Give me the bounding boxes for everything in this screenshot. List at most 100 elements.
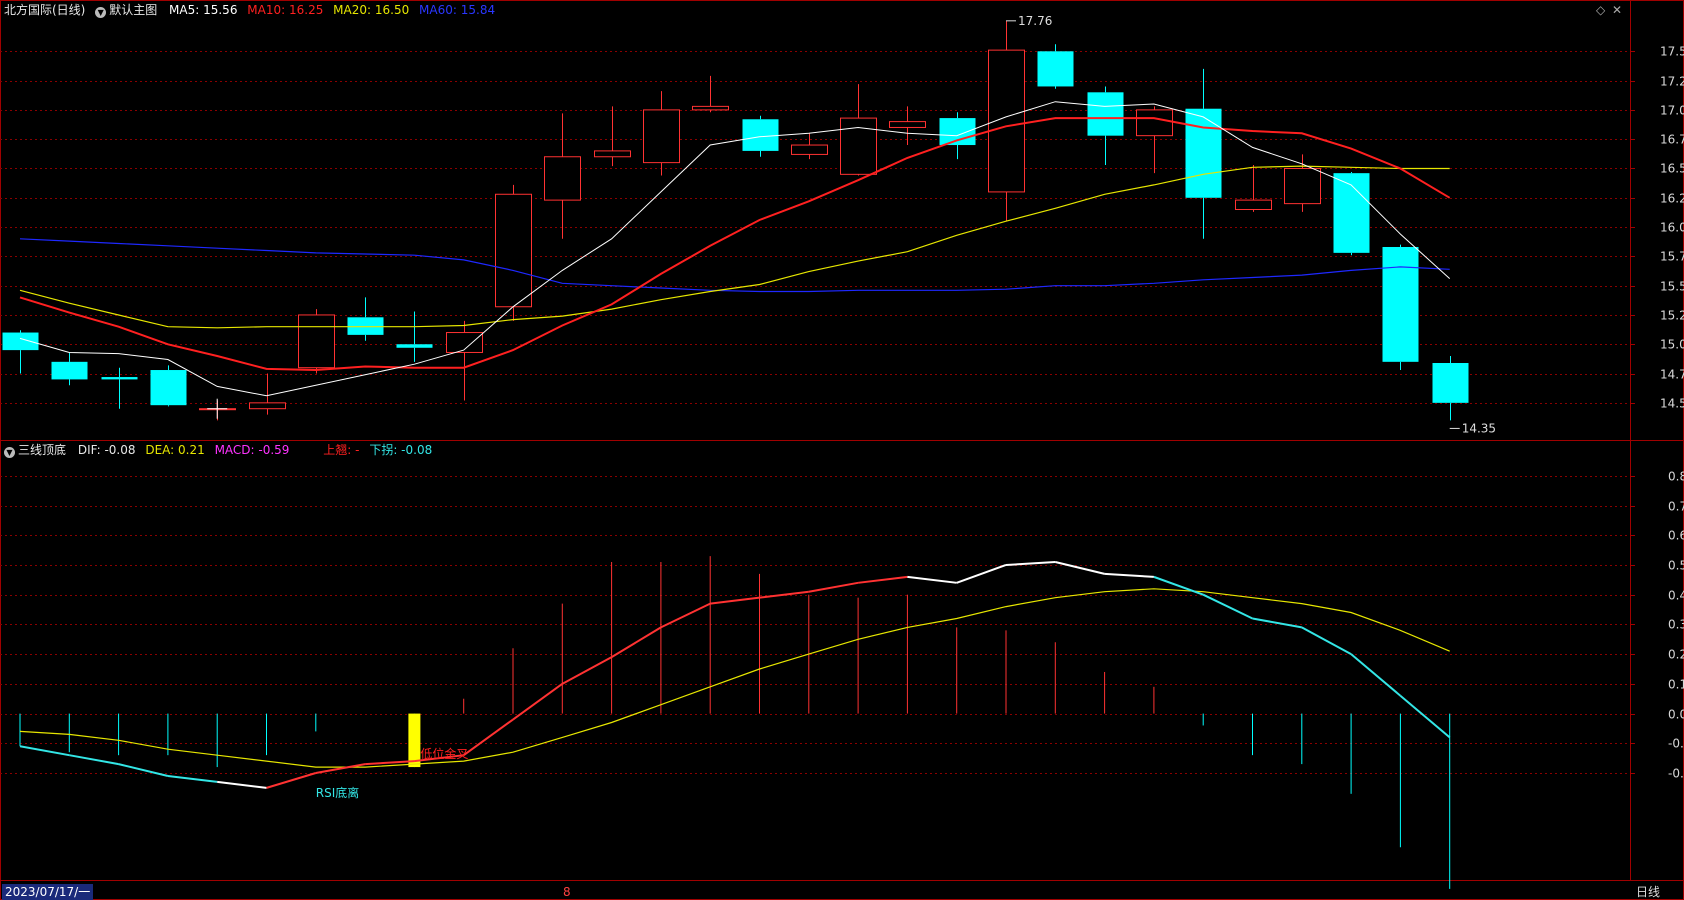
dif-segment: [808, 581, 859, 593]
candle-body-down: [2, 332, 39, 351]
dif-segment: [463, 718, 514, 756]
expand-icon[interactable]: ◇: [1596, 3, 1605, 17]
dif-segment: [857, 575, 908, 584]
period-marker: 8: [563, 885, 571, 899]
main-tick-label: 17.00: [1660, 104, 1684, 118]
candle-body-down: [396, 344, 433, 348]
main-tick-label: 17.25: [1660, 75, 1684, 89]
close-icon[interactable]: ✕: [1612, 3, 1622, 17]
dif-segment: [710, 596, 760, 605]
dif-segment: [1104, 572, 1154, 578]
ma5-value: MA5: 15.56: [169, 3, 238, 17]
sub-tick-label: 0.80: [1668, 470, 1684, 484]
candle-body-down: [742, 119, 779, 151]
low-marker-label: 14.35: [1462, 421, 1496, 435]
dif-segment: [956, 564, 1007, 584]
dif-segment: [1252, 617, 1302, 629]
ma20-line: [19, 165, 1450, 329]
indicator-toggle[interactable]: ▼ 三线顶底: [4, 443, 76, 458]
ma60-line: [19, 238, 1450, 293]
template-toggle[interactable]: ▼ 默认主图: [95, 3, 167, 18]
main-chart-header: 北方国际(日线) ▼ 默认主图 MA5: 15.56 MA10: 16.25 MA…: [4, 1, 501, 19]
sub-tick-label: 0.40: [1668, 589, 1684, 603]
candle-body-down: [1382, 246, 1419, 362]
dif-segment: [759, 590, 809, 599]
dif-segment: [19, 745, 70, 757]
sub-tick-label: -0.10: [1668, 737, 1684, 751]
date-cursor-label: 2023/07/17/一: [2, 884, 94, 900]
dif-segment: [1350, 653, 1402, 697]
dif-segment: [1055, 561, 1105, 575]
dif-segment: [1301, 626, 1352, 656]
candlestick-series: [2, 20, 1469, 421]
candle-body-down: [1185, 108, 1222, 198]
golden-cross-label: 低位金叉: [420, 746, 468, 761]
dif-segment: [1202, 593, 1253, 620]
candle-body-up: [249, 402, 286, 410]
dif-segment: [660, 602, 711, 629]
candle-body-down: [1037, 51, 1074, 87]
candle-body-up: [298, 314, 335, 369]
template-label: 默认主图: [109, 3, 158, 17]
dif-segment: [1153, 575, 1204, 596]
candle-body-down: [347, 317, 384, 335]
candle-body-up: [692, 105, 729, 111]
period-tab[interactable]: 日线: [1636, 884, 1660, 900]
chevron-down-icon: ▼: [4, 447, 15, 458]
dif-segment: [907, 575, 957, 584]
dif-segment: [512, 683, 563, 721]
sub-tick-label: 0.50: [1668, 559, 1684, 573]
candle-body-down: [150, 370, 187, 406]
up-turn-value: 上翘: -: [323, 443, 360, 457]
candle-body-up: [889, 121, 926, 128]
dif-segment: [217, 780, 267, 789]
main-price-axis: 17.50 17.25 17.00 16.75 16.50 16.25 16.00 15.75…: [1630, 45, 1684, 411]
main-tick-label: 15.25: [1660, 309, 1684, 323]
crosshair-cursor: [207, 398, 228, 419]
rsi-divergence-label: RSI底离: [316, 785, 360, 800]
candle-body-up: [495, 193, 532, 308]
macd-histogram: [19, 556, 1451, 889]
candle-body-up: [791, 144, 828, 155]
candle-body-down: [51, 361, 88, 380]
sub-tick-label: 0.00: [1668, 708, 1684, 722]
main-tick-label: 16.00: [1660, 221, 1684, 235]
dif-segment: [365, 760, 415, 766]
dif-segment: [167, 774, 218, 783]
candle-body-down: [1087, 92, 1124, 136]
main-tick-label: 15.00: [1660, 338, 1684, 352]
main-tick-label: 16.50: [1660, 162, 1684, 176]
ma10-line: [19, 117, 1451, 372]
candle-body-up: [544, 156, 581, 201]
main-tick-label: 14.50: [1660, 397, 1684, 411]
chevron-down-icon: ▼: [95, 7, 107, 18]
dif-segment: [1005, 561, 1056, 566]
dea-line: [19, 588, 1450, 768]
main-tick-label: 14.75: [1660, 368, 1684, 382]
macd-value: MACD: -0.59: [214, 443, 290, 457]
dif-segment: [315, 763, 366, 774]
main-tick-label: 16.75: [1660, 133, 1684, 147]
sub-chart-header: ▼ 三线顶底 DIF: -0.08 DEA: 0.21 MACD: -0.59 上…: [4, 441, 438, 459]
main-tick-label: 17.50: [1660, 45, 1684, 59]
sub-tick-label: -0.20: [1668, 767, 1684, 781]
candle-body-down: [1432, 363, 1469, 403]
candle-body-up: [643, 109, 680, 164]
dif-value: DIF: -0.08: [77, 443, 136, 457]
main-tick-label: 15.75: [1660, 250, 1684, 264]
sub-tick-label: 0.70: [1668, 500, 1684, 514]
dif-segment: [561, 656, 613, 685]
candle-body-up: [1284, 167, 1321, 205]
dea-value: DEA: 0.21: [145, 443, 205, 457]
grid-lines: [0, 51, 1630, 774]
ma60-value: MA60: 15.84: [419, 3, 496, 17]
candle-body-down: [101, 377, 138, 380]
dif-segment: [69, 754, 119, 766]
sub-tick-label: 0.10: [1668, 678, 1684, 692]
sub-tick-label: 0.60: [1668, 529, 1684, 543]
ma10-value: MA10: 16.25: [247, 3, 324, 17]
main-tick-label: 15.50: [1660, 280, 1684, 294]
dif-segment: [1399, 694, 1451, 739]
candle-body-up: [1136, 109, 1173, 137]
high-marker-label: 17.76: [1018, 14, 1052, 28]
